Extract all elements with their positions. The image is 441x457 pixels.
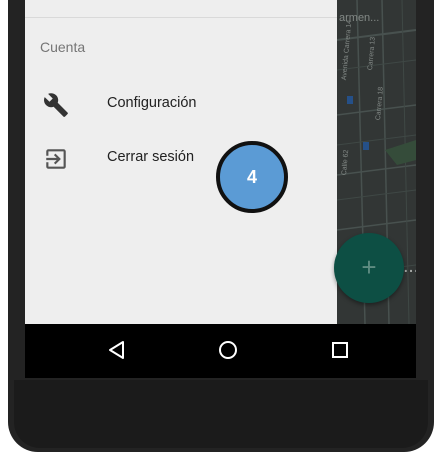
menu-item-label: Configuración (107, 95, 197, 111)
logout-icon (43, 146, 69, 172)
navigation-drawer: Cuenta Configuración Cerrar sesión (25, 0, 337, 324)
step-badge-number: 4 (246, 167, 257, 187)
phone-device: armen... Avenida Carrera 14 Carrera 18 C… (0, 0, 441, 457)
phone-chin (14, 380, 428, 448)
menu-item-label: Cerrar sesión (107, 149, 195, 165)
recents-square-icon[interactable] (327, 337, 353, 363)
back-triangle-icon[interactable] (104, 337, 130, 363)
wrench-icon (43, 92, 69, 118)
add-fab-button[interactable]: + (334, 233, 404, 303)
drawer-divider (25, 17, 337, 18)
step-badge: 4 (216, 141, 288, 213)
section-title: Cuenta (40, 39, 86, 55)
system-navigation-bar (25, 324, 416, 378)
menu-item-configuracion[interactable]: Configuración (25, 84, 337, 124)
home-circle-icon[interactable] (215, 337, 241, 363)
plus-icon: + (361, 252, 377, 282)
menu-item-cerrar-sesion[interactable]: Cerrar sesión (25, 138, 337, 178)
